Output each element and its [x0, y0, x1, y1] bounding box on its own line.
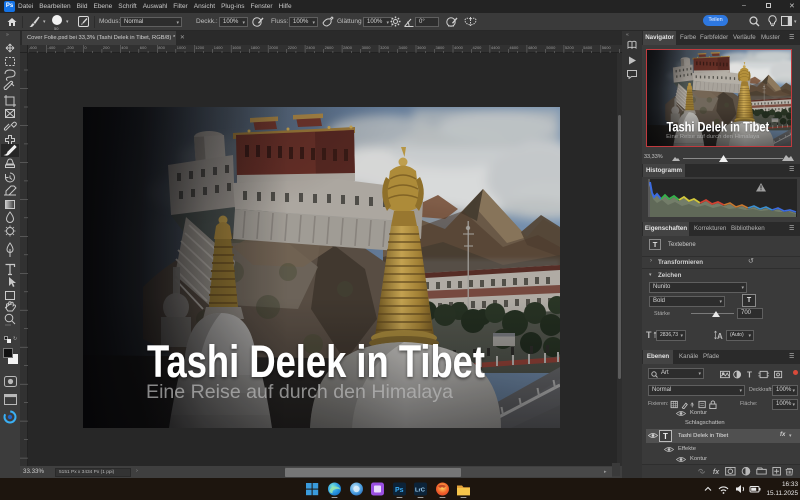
svg-text:1600: 1600: [232, 45, 242, 50]
svg-text:2600: 2600: [325, 45, 335, 50]
svg-text:-400: -400: [47, 45, 56, 50]
svg-text:800: 800: [158, 45, 165, 50]
svg-text:-200: -200: [66, 45, 75, 50]
svg-text:1200: 1200: [195, 45, 205, 50]
svg-text:A: A: [717, 332, 723, 340]
svg-text:1800: 1800: [251, 45, 261, 50]
svg-text:T: T: [747, 370, 752, 378]
svg-text:5000: 5000: [546, 45, 556, 50]
svg-text:5400: 5400: [583, 45, 593, 50]
svg-text:3800: 3800: [436, 45, 446, 50]
svg-text:1000: 1000: [177, 45, 187, 50]
svg-text:4400: 4400: [491, 45, 501, 50]
svg-text:1400: 1400: [214, 45, 224, 50]
svg-text:600: 600: [140, 45, 147, 50]
svg-text:2200: 2200: [288, 45, 298, 50]
svg-text:4800: 4800: [528, 45, 538, 50]
svg-text:LrC: LrC: [415, 488, 426, 494]
svg-text:3000: 3000: [362, 45, 372, 50]
svg-text:4600: 4600: [509, 45, 519, 50]
svg-text:3400: 3400: [399, 45, 409, 50]
svg-text:0: 0: [84, 45, 87, 50]
svg-text:4200: 4200: [473, 45, 483, 50]
svg-text:2000: 2000: [269, 45, 279, 50]
svg-text:200: 200: [103, 45, 110, 50]
svg-text:T: T: [646, 330, 652, 340]
svg-text:4000: 4000: [454, 45, 464, 50]
svg-text:-600: -600: [29, 45, 38, 50]
svg-text:5200: 5200: [565, 45, 575, 50]
svg-text:Ps: Ps: [395, 487, 404, 494]
svg-text:400: 400: [121, 45, 128, 50]
svg-text:3200: 3200: [380, 45, 390, 50]
svg-text:2400: 2400: [306, 45, 316, 50]
svg-text:2800: 2800: [343, 45, 353, 50]
svg-text:fx: fx: [713, 468, 720, 475]
svg-text:3600: 3600: [417, 45, 427, 50]
svg-text:5600: 5600: [602, 45, 612, 50]
